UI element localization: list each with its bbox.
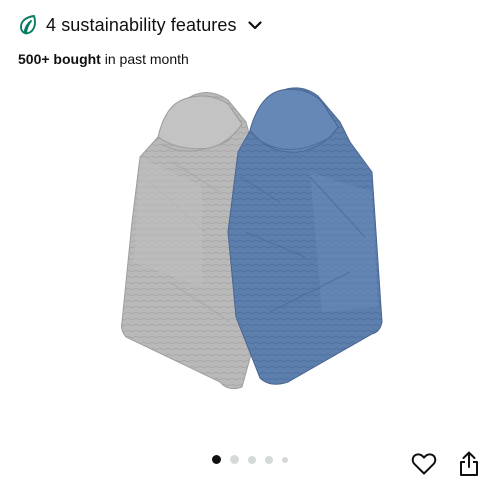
bought-period: in past month <box>100 51 189 67</box>
chevron-down-icon <box>247 17 263 33</box>
bought-count: 500+ bought <box>18 51 101 67</box>
carousel-dot-4[interactable] <box>265 455 273 464</box>
product-image[interactable] <box>110 82 400 412</box>
carousel-dot-5[interactable] <box>282 456 288 463</box>
carousel-dot-3[interactable] <box>248 455 256 464</box>
heart-icon[interactable] <box>410 450 438 478</box>
bought-in-past-month: 500+ bought in past month <box>18 51 189 67</box>
share-icon[interactable] <box>455 450 483 478</box>
sustainability-features-label: 4 sustainability features <box>46 14 237 35</box>
leaf-icon <box>18 14 38 36</box>
carousel-dot-2[interactable] <box>230 455 239 464</box>
carousel-dot-1[interactable] <box>212 455 221 464</box>
sustainability-features-toggle[interactable]: 4 sustainability features <box>18 14 263 36</box>
product-detail-page: 4 sustainability features 500+ bought in… <box>0 0 500 500</box>
